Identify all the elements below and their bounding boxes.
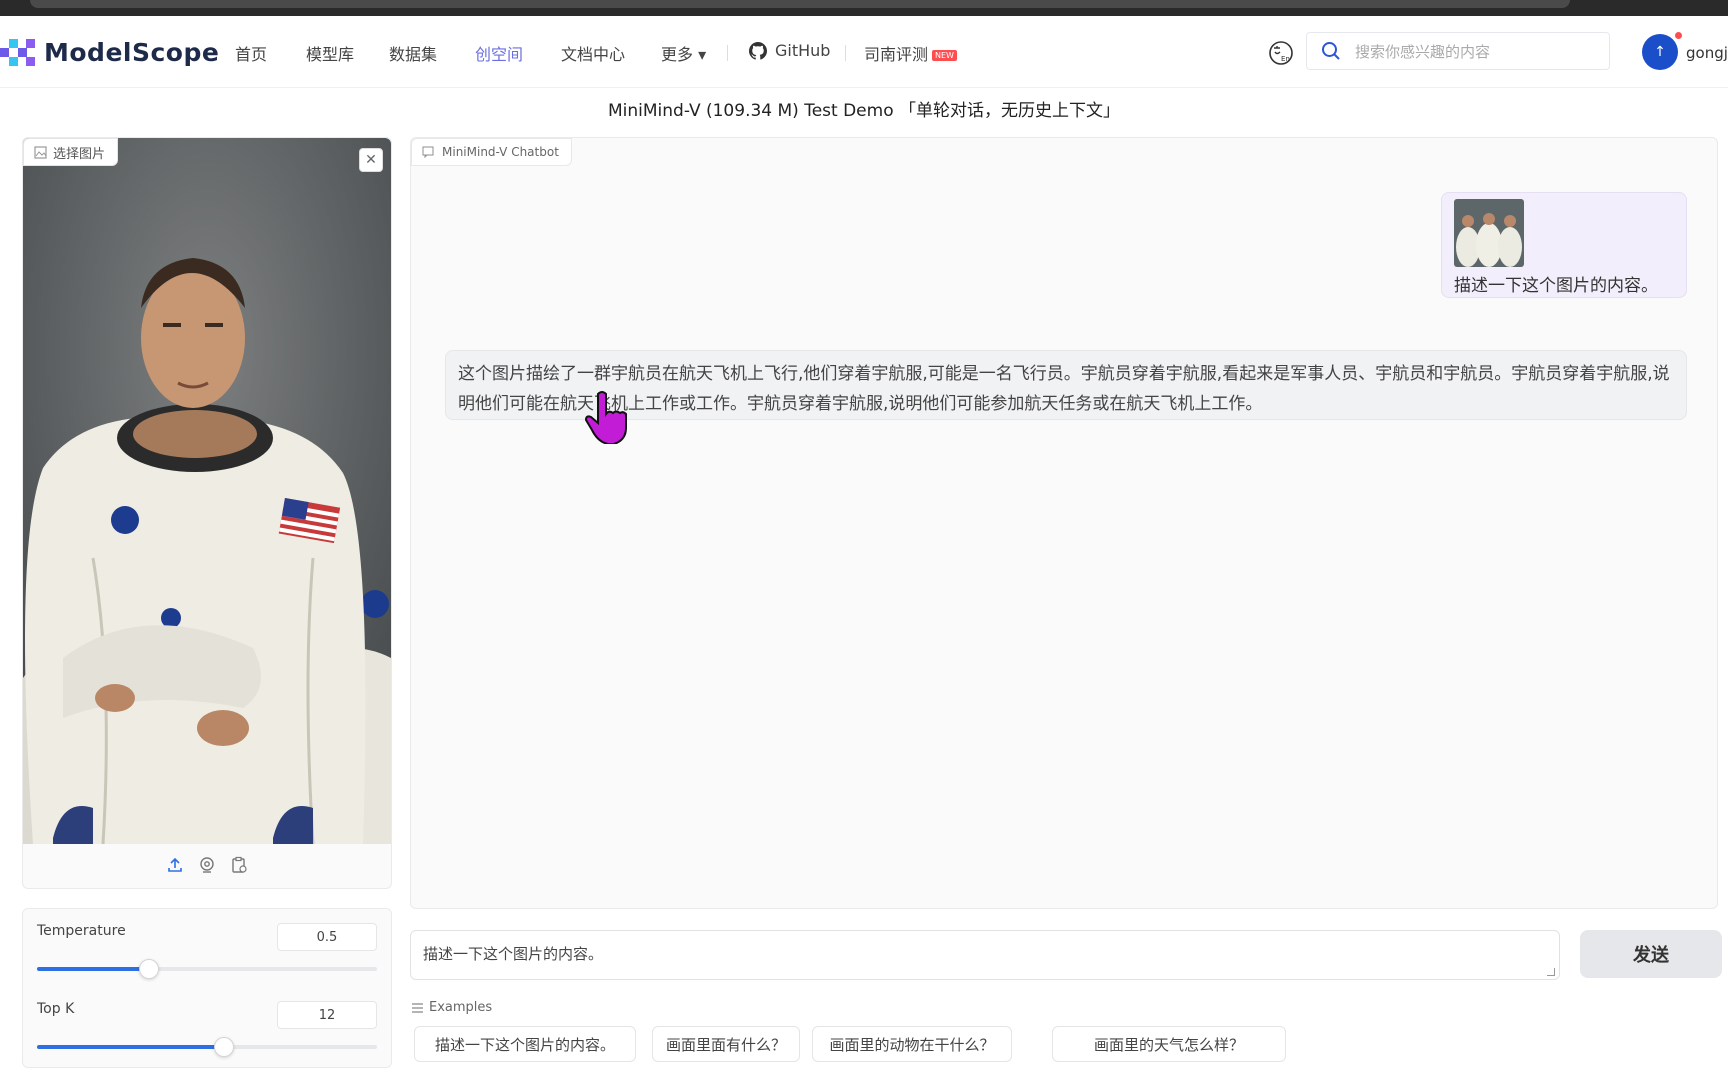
- browser-chrome: [0, 0, 1728, 16]
- language-switch-icon[interactable]: En: [1268, 40, 1294, 66]
- eval-label: 司南评测: [864, 45, 929, 64]
- example-item[interactable]: 画面里的动物在干什么？: [812, 1026, 1012, 1062]
- examples-label-text: Examples: [429, 1000, 493, 1015]
- nav-item-docs[interactable]: 文档中心: [561, 41, 625, 65]
- temperature-fill: [37, 967, 149, 971]
- nav-item-models[interactable]: 模型库: [306, 41, 354, 65]
- pointer-hand-cursor-icon: [584, 391, 627, 444]
- user-avatar[interactable]: ↑: [1642, 34, 1678, 70]
- nav-item-eval[interactable]: 司南评测 NEW: [864, 41, 957, 65]
- uploaded-image: [23, 138, 391, 844]
- nav-divider: [845, 45, 846, 61]
- user-message-text: 描述一下这个图片的内容。: [1454, 276, 1658, 296]
- temperature-track[interactable]: [37, 959, 377, 979]
- example-item[interactable]: 描述一下这个图片的内容。: [414, 1026, 636, 1062]
- search-icon: [1322, 42, 1340, 60]
- image-input-label-text: 选择图片: [53, 146, 106, 162]
- topk-track[interactable]: [37, 1037, 377, 1057]
- image-upload-panel[interactable]: 选择图片 ✕: [22, 137, 392, 889]
- username[interactable]: gongj: [1686, 44, 1728, 62]
- temperature-handle[interactable]: [139, 959, 159, 979]
- nav-divider: [727, 45, 728, 61]
- nav-item-home[interactable]: 首页: [235, 41, 267, 65]
- message-input[interactable]: 描述一下这个图片的内容。: [410, 930, 1560, 980]
- notification-dot: [1675, 32, 1682, 39]
- image-toolbar: [23, 856, 391, 874]
- example-item[interactable]: 画面里的天气怎么样？: [1052, 1026, 1286, 1062]
- nav-item-github[interactable]: GitHub: [749, 41, 830, 60]
- topk-label: Top K: [37, 1001, 75, 1017]
- user-message: 描述一下这个图片的内容。: [1441, 192, 1687, 298]
- send-button[interactable]: 发送: [1580, 930, 1722, 978]
- image-icon: [34, 145, 47, 159]
- search-placeholder: 搜索你感兴趣的内容: [1355, 42, 1491, 61]
- example-item[interactable]: 画面里面有什么？: [652, 1026, 800, 1062]
- nav-item-more[interactable]: 更多 ▾: [661, 41, 706, 65]
- page-title: MiniMind-V (109.34 M) Test Demo 「单轮对话，无历…: [607, 101, 1121, 121]
- bot-message: 这个图片描绘了一群宇航员在航天飞机上飞行,他们穿着宇航服,可能是一名飞行员。宇航…: [445, 350, 1687, 420]
- brand-name: ModelScope: [44, 37, 220, 67]
- nav-item-datasets[interactable]: 数据集: [389, 41, 437, 65]
- temperature-label: Temperature: [37, 923, 126, 939]
- topk-handle[interactable]: [214, 1037, 234, 1057]
- image-input-label: 选择图片: [23, 138, 119, 166]
- topk-input[interactable]: 12: [277, 1001, 377, 1029]
- resize-handle[interactable]: [1547, 968, 1555, 976]
- temperature-input[interactable]: 0.5: [277, 923, 377, 951]
- clipboard-icon[interactable]: [230, 856, 248, 874]
- topk-fill: [37, 1045, 224, 1049]
- chat-icon: [422, 146, 434, 158]
- top-nav: ModelScope 首页 模型库 数据集 创空间 文档中心 更多 ▾ GitH…: [0, 16, 1728, 88]
- close-icon[interactable]: ✕: [359, 148, 383, 172]
- examples-label: Examples: [412, 1000, 492, 1015]
- chatbot-label: MiniMind-V Chatbot: [411, 138, 572, 166]
- new-badge: NEW: [932, 50, 957, 61]
- upload-icon[interactable]: [166, 856, 184, 874]
- github-icon: [749, 41, 767, 60]
- svg-text:En: En: [1281, 55, 1290, 63]
- parameters-panel: Temperature 0.5 Top K 12: [22, 908, 392, 1068]
- modelscope-logo-icon: [0, 38, 35, 66]
- message-input-value: 描述一下这个图片的内容。: [423, 945, 604, 963]
- nav-item-studios[interactable]: 创空间: [475, 41, 523, 65]
- user-message-image: [1454, 199, 1524, 267]
- chatbot-panel: MiniMind-V Chatbot 描述一下这个图片的内容。 这个图片描绘了一…: [410, 137, 1718, 909]
- list-icon: [412, 1002, 423, 1013]
- webcam-icon[interactable]: [198, 856, 216, 874]
- chatbot-label-text: MiniMind-V Chatbot: [442, 145, 559, 159]
- brand-logo[interactable]: ModelScope: [0, 36, 219, 68]
- github-label: GitHub: [775, 41, 831, 60]
- search-box[interactable]: 搜索你感兴趣的内容: [1306, 32, 1610, 70]
